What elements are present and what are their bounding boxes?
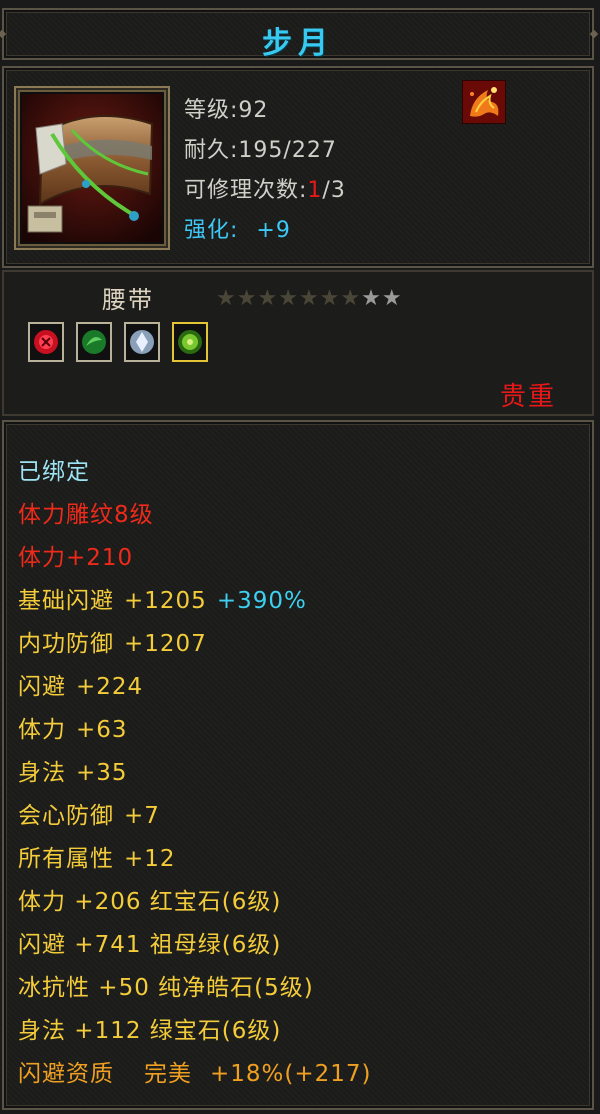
- dodge-value: +224: [76, 674, 144, 700]
- repair-label: 可修理次数:: [184, 178, 308, 203]
- star-icon: ★: [236, 286, 258, 311]
- all-attr-stat: 所有属性 +12: [18, 839, 176, 873]
- red-gem-icon: [34, 330, 58, 354]
- base-dodge-stat: 基础闪避 +1205 +390%: [18, 581, 307, 615]
- item-icon-frame: [14, 86, 170, 250]
- gem-slot-3[interactable]: [124, 322, 160, 362]
- durability-label: 耐久:: [184, 138, 239, 163]
- bound-status: 已绑定: [18, 459, 90, 485]
- inner-def-label: 内功防御: [18, 631, 114, 657]
- level-line: 等级:92: [184, 92, 268, 124]
- belt-icon: [22, 94, 162, 242]
- level-label: 等级:: [184, 98, 239, 123]
- item-name: 步月: [262, 26, 334, 61]
- repair-used: 1: [307, 178, 323, 203]
- all-attr-value: +12: [124, 846, 176, 872]
- item-type: 腰带: [102, 286, 154, 314]
- durability-line: 耐久:195/227: [184, 132, 337, 164]
- stamina-label: 体力: [18, 717, 66, 743]
- agility-stat: 身法 +35: [18, 753, 128, 787]
- emerald-gem-icon: [178, 330, 202, 354]
- quality-label: 闪避资质: [18, 1061, 114, 1087]
- crit-def-stat: 会心防御 +7: [18, 796, 160, 830]
- enhance-value: +9: [256, 218, 291, 243]
- rarity-label: 贵重: [499, 382, 556, 412]
- stamina-stat: 体力 +63: [18, 710, 128, 744]
- gem-stat-3: 冰抗性 +50 纯净皓石(5级): [18, 975, 314, 1001]
- inner-def-stat: 内功防御 +1207: [18, 624, 207, 658]
- star-icon: ★: [361, 286, 382, 311]
- base-dodge-value: +1205: [124, 588, 207, 614]
- inner-def-value: +1207: [124, 631, 207, 657]
- quality-value: +18%(+217): [210, 1061, 372, 1087]
- star-rating: ★★★★★★★★★: [216, 286, 403, 311]
- base-dodge-pct: +390%: [216, 588, 307, 614]
- star-icon: ★: [257, 286, 279, 311]
- stamina-value: +63: [76, 717, 128, 743]
- agility-label: 身法: [18, 760, 66, 786]
- star-icon: ★: [340, 286, 362, 311]
- durability-value: 195/227: [238, 138, 337, 163]
- gem-stat-1: 体力 +206 红宝石(6级): [18, 889, 282, 915]
- enhance-line: 强化: +9: [184, 212, 291, 244]
- green-gem-icon: [82, 330, 106, 354]
- enhance-label: 强化:: [184, 218, 239, 243]
- title-bar: 步月: [2, 8, 594, 61]
- quality-grade: 完美: [144, 1061, 192, 1087]
- crit-def-value: +7: [124, 803, 160, 829]
- engrave-stat: 体力雕纹8级: [18, 502, 154, 528]
- engrave-bonus: 体力+210: [18, 545, 134, 571]
- star-icon: ★: [298, 286, 320, 311]
- all-attr-label: 所有属性: [18, 846, 114, 872]
- white-gem-icon: [130, 330, 154, 354]
- phoenix-skill-icon[interactable]: [461, 79, 507, 125]
- gem-slot-4[interactable]: [172, 322, 208, 362]
- repair-line: 可修理次数:1/3: [184, 172, 346, 204]
- agility-value: +35: [76, 760, 128, 786]
- star-icon: ★: [319, 286, 341, 311]
- base-dodge-label: 基础闪避: [18, 588, 114, 614]
- repair-total: /3: [322, 178, 346, 203]
- gem-slot-1[interactable]: [28, 322, 64, 362]
- quality-stat: 闪避资质 完美 +18%(+217): [18, 1054, 372, 1088]
- gem-stat-2: 闪避 +741 祖母绿(6级): [18, 932, 282, 958]
- gem-slot-2[interactable]: [76, 322, 112, 362]
- gem-stat-4: 身法 +112 绿宝石(6级): [18, 1018, 282, 1044]
- star-icon: ★: [278, 286, 299, 311]
- star-icon: ★: [216, 286, 237, 311]
- dodge-stat: 闪避 +224: [18, 667, 143, 701]
- crit-def-label: 会心防御: [18, 803, 114, 829]
- level-value: 92: [238, 98, 269, 123]
- star-icon: ★: [381, 286, 403, 311]
- dodge-label: 闪避: [18, 674, 66, 700]
